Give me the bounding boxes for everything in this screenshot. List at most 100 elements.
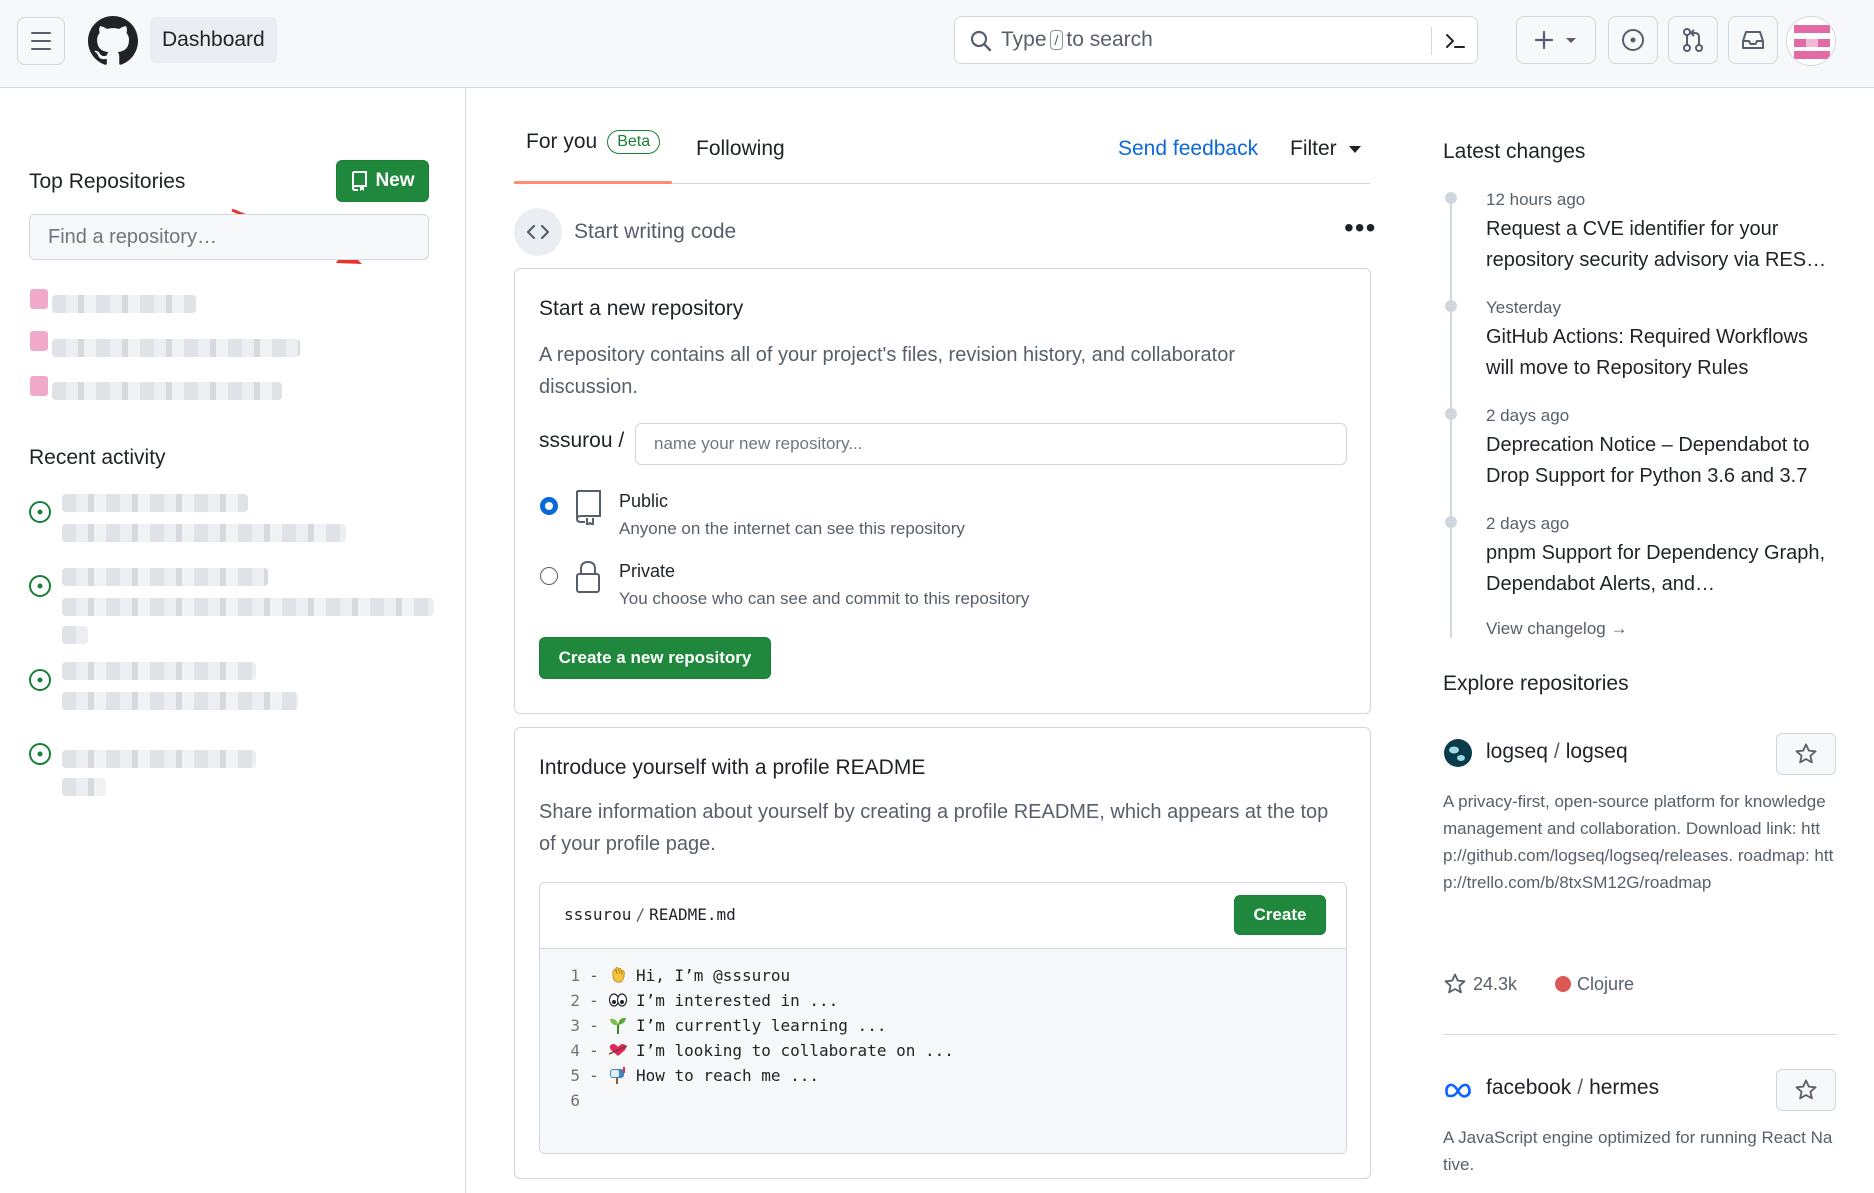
slash-keyhint: / (1049, 30, 1064, 51)
readme-path-separator: / (635, 905, 646, 924)
new-repo-card-title: Start a new repository (539, 297, 744, 320)
search-suffix: to search (1066, 28, 1153, 51)
feed-tabs: For you Beta Following Send feedback Filt… (514, 110, 1370, 184)
star-count[interactable]: 24.3k (1473, 974, 1517, 995)
send-feedback-link[interactable]: Send feedback (1118, 137, 1258, 161)
meta-logo-icon (1445, 1083, 1471, 1098)
code-line-text: I’m currently learning ... (636, 1016, 887, 1035)
change-time: 2 days ago (1486, 406, 1570, 425)
repo-name: hermes (1589, 1076, 1660, 1099)
explore-repo-link[interactable]: facebook / hermes (1486, 1076, 1659, 1100)
readme-file-path: sssurou / README.md (564, 905, 736, 924)
change-link[interactable]: Request a CVE identifier for your reposi… (1486, 214, 1838, 276)
tab-for-you[interactable]: For you Beta (526, 130, 661, 155)
issue-open-icon (29, 575, 51, 597)
readme-path-owner: sssurou (564, 905, 632, 924)
create-new-dropdown[interactable] (1516, 16, 1596, 64)
start-writing-code-heading: Start writing code (574, 220, 737, 243)
heart-emoji-icon (608, 1044, 628, 1056)
activity-title-redacted[interactable] (62, 750, 256, 768)
code-brackets-icon (526, 224, 550, 240)
repo-name-input[interactable]: name your new repository... (635, 423, 1347, 465)
plus-icon (1534, 30, 1576, 50)
repo-avatar (30, 289, 48, 309)
repo-icon (352, 171, 368, 191)
top-repositories-heading: Top Repositories (29, 170, 186, 193)
repo-owner: logseq (1486, 740, 1548, 763)
change-link[interactable]: GitHub Actions: Required Workflows will … (1486, 322, 1838, 384)
issue-circle-icon (1622, 29, 1644, 51)
global-search-input[interactable]: Type / to search (954, 16, 1478, 64)
public-radio[interactable] (540, 497, 558, 515)
inbox-button[interactable] (1728, 16, 1778, 64)
issues-button[interactable] (1608, 16, 1658, 64)
private-radio[interactable] (540, 567, 558, 585)
explore-repo-description: A JavaScript engine optimized for runnin… (1443, 1128, 1833, 1174)
repo-avatar (30, 376, 48, 396)
change-link[interactable]: pnpm Support for Dependency Graph, Depen… (1486, 538, 1838, 600)
recent-activity-heading: Recent activity (29, 446, 166, 469)
identicon-avatar-icon (1787, 17, 1835, 65)
github-logo-icon[interactable] (88, 16, 138, 66)
menu-hamburger-icon[interactable] (17, 17, 65, 65)
active-tab-indicator (514, 181, 672, 184)
kebab-menu-icon[interactable]: ••• (1344, 214, 1376, 242)
command-palette-icon[interactable] (1441, 27, 1469, 55)
repo-owner: facebook (1486, 1076, 1572, 1099)
repo-link-redacted[interactable] (52, 382, 282, 400)
new-repository-button[interactable]: New (336, 160, 429, 202)
dashboard-breadcrumb[interactable]: Dashboard (150, 17, 277, 63)
change-time: 12 hours ago (1486, 190, 1586, 209)
eyes-emoji-icon (608, 993, 628, 1007)
readme-code-line: 6 (540, 1086, 608, 1116)
readme-editor: sssurou / README.md Create 1- Hi, I’m @sssu… (539, 882, 1347, 1154)
readme-path-file: README.md (649, 905, 736, 924)
search-icon (970, 30, 992, 52)
star-icon (1444, 973, 1466, 994)
issue-open-icon (29, 669, 51, 691)
change-time: 2 days ago (1486, 514, 1570, 533)
repo-name: logseq (1565, 740, 1628, 763)
pull-request-icon (1683, 28, 1703, 52)
public-option-description: Anyone on the internet can see this repo… (619, 519, 965, 538)
explore-repo-description: A privacy-first, open-source platform fo… (1443, 792, 1834, 892)
view-changelog-link[interactable]: View changelog → (1486, 619, 1627, 639)
find-repository-input[interactable]: Find a repository… (29, 214, 429, 260)
star-button[interactable] (1776, 733, 1836, 775)
timeline-dot (1445, 192, 1457, 204)
repo-avatar (30, 331, 48, 351)
explore-repositories-heading: Explore repositories (1443, 672, 1629, 695)
repo-link-redacted[interactable] (52, 295, 196, 313)
activity-subtitle-redacted (62, 626, 88, 644)
timeline-dot (1445, 408, 1457, 420)
explore-repo-link[interactable]: logseq / logseq (1486, 740, 1628, 764)
create-repository-button[interactable]: Create a new repository (539, 637, 771, 679)
tab-following[interactable]: Following (696, 137, 785, 161)
user-avatar[interactable] (1786, 16, 1836, 66)
logseq-logo-icon (1444, 739, 1472, 767)
chevron-down-icon (1348, 145, 1361, 153)
activity-title-redacted[interactable] (62, 662, 256, 680)
profile-readme-card: Introduce yourself with a profile README… (514, 727, 1371, 1179)
seedling-emoji-icon (610, 1017, 626, 1034)
activity-subtitle-redacted (62, 692, 298, 710)
new-button-label: New (375, 170, 415, 191)
create-readme-button[interactable]: Create (1234, 895, 1326, 935)
activity-title-redacted[interactable] (62, 494, 248, 512)
activity-title-redacted[interactable] (62, 568, 268, 586)
search-prefix: Type (1001, 28, 1047, 51)
timeline-dot (1445, 300, 1457, 312)
pull-requests-button[interactable] (1668, 16, 1718, 64)
repo-link-redacted[interactable] (52, 339, 300, 357)
readme-code-preview: 1- Hi, I’m @sssurou 2- I’m interested in ..… (540, 949, 1346, 1153)
mailbox-emoji-icon (610, 1067, 625, 1084)
filter-dropdown[interactable]: Filter (1290, 137, 1361, 161)
left-sidebar: Top Repositories New Find a repository… … (0, 88, 466, 1193)
new-repository-card: Start a new repository A repository cont… (514, 268, 1371, 714)
search-divider (1431, 27, 1432, 55)
explore-divider (1443, 1034, 1837, 1035)
explore-repo-meta: 24.3k Clojure (1443, 972, 1634, 996)
change-link[interactable]: Deprecation Notice – Dependabot to Drop … (1486, 430, 1838, 492)
star-button[interactable] (1776, 1069, 1836, 1111)
wave-emoji-icon (612, 967, 625, 983)
